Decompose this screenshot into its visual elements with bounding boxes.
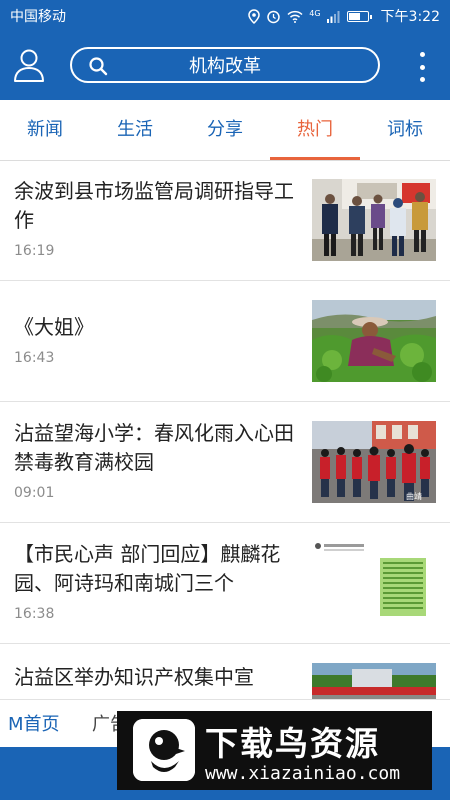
watermark-url: www.xiazainiao.com: [205, 763, 401, 784]
news-item[interactable]: 沾益望海小学：春风化雨入心田 禁毒教育满校园 09:01 曲靖: [0, 403, 450, 523]
active-tab-indicator: [270, 157, 360, 160]
news-time: 16:38: [14, 606, 55, 622]
news-title: 沾益望海小学：春风化雨入心田 禁毒教育满校园: [14, 421, 294, 474]
clock-label: 下午3:22: [380, 9, 440, 25]
news-time: 16:43: [14, 350, 55, 366]
tab-news[interactable]: 新闻: [0, 100, 90, 160]
dot: [419, 64, 425, 70]
network-type-label: 4G: [309, 9, 321, 18]
tab-share[interactable]: 分享: [180, 100, 270, 160]
search-query-text: 机构改革: [189, 56, 261, 77]
news-time: 09:01: [14, 485, 55, 501]
more-menu-button[interactable]: [412, 52, 432, 82]
news-thumbnail[interactable]: [312, 179, 436, 261]
carrier-label: 中国移动: [10, 9, 66, 25]
news-title: 《大姐》: [14, 315, 94, 339]
watermark-title: 下载鸟资源: [205, 724, 380, 763]
news-thumbnail[interactable]: [312, 300, 436, 382]
news-thumbnail[interactable]: [312, 663, 436, 699]
status-bar: 中国移动 4G 下午3:22: [0, 0, 450, 32]
tab-hot[interactable]: 热门: [270, 100, 360, 160]
user-profile-button[interactable]: [12, 46, 46, 86]
tab-tags[interactable]: 词标: [360, 100, 450, 160]
news-thumbnail[interactable]: 曲靖: [312, 421, 436, 503]
thumb-caption: 曲靖: [406, 491, 422, 501]
alarm-icon: [267, 10, 280, 23]
category-tabs: 新闻 生活 分享 热门 词标: [0, 100, 450, 161]
news-list: 余波到县市场监管局调研指导工作 16:19 《大姐》 16:43 沾益望海小学：…: [0, 161, 450, 699]
search-bar[interactable]: 机构改革: [70, 47, 380, 83]
outdoor-event-image: [312, 663, 436, 699]
home-link[interactable]: M首页: [8, 710, 60, 736]
signal-icon: [326, 10, 340, 23]
news-item[interactable]: 余波到县市场监管局调研指导工作 16:19: [0, 161, 450, 281]
location-icon: [248, 8, 261, 24]
news-title: 【市民心声 部门回应】麒麟花园、阿诗玛和南城门三个: [14, 542, 281, 595]
battery-icon: [346, 10, 372, 22]
app-header: 机构改革: [0, 32, 450, 100]
news-time: 16:19: [14, 243, 55, 259]
news-title: 沾益区举办知识产权集中宣: [14, 665, 254, 689]
officials-visit-image: [312, 179, 436, 261]
news-thumbnail[interactable]: [312, 542, 436, 624]
wifi-icon: [287, 10, 303, 23]
status-icons: 4G 下午3:22: [248, 6, 440, 26]
document-screenshot-image: [312, 542, 436, 624]
search-icon: [89, 57, 108, 76]
bird-logo-icon: [133, 719, 195, 781]
watermark-banner: 下载鸟资源 www.xiazainiao.com: [117, 711, 432, 790]
news-item[interactable]: 《大姐》 16:43: [0, 282, 450, 402]
tab-life[interactable]: 生活: [90, 100, 180, 160]
news-title: 余波到县市场监管局调研指导工作: [14, 179, 294, 232]
school-event-image: 曲靖: [312, 421, 436, 503]
dot: [419, 77, 425, 82]
news-item[interactable]: 沾益区举办知识产权集中宣: [0, 645, 450, 699]
tea-picker-image: [312, 300, 436, 382]
dot: [419, 52, 425, 57]
user-icon: [14, 49, 44, 82]
news-item[interactable]: 【市民心声 部门回应】麒麟花园、阿诗玛和南城门三个 16:38: [0, 524, 450, 644]
